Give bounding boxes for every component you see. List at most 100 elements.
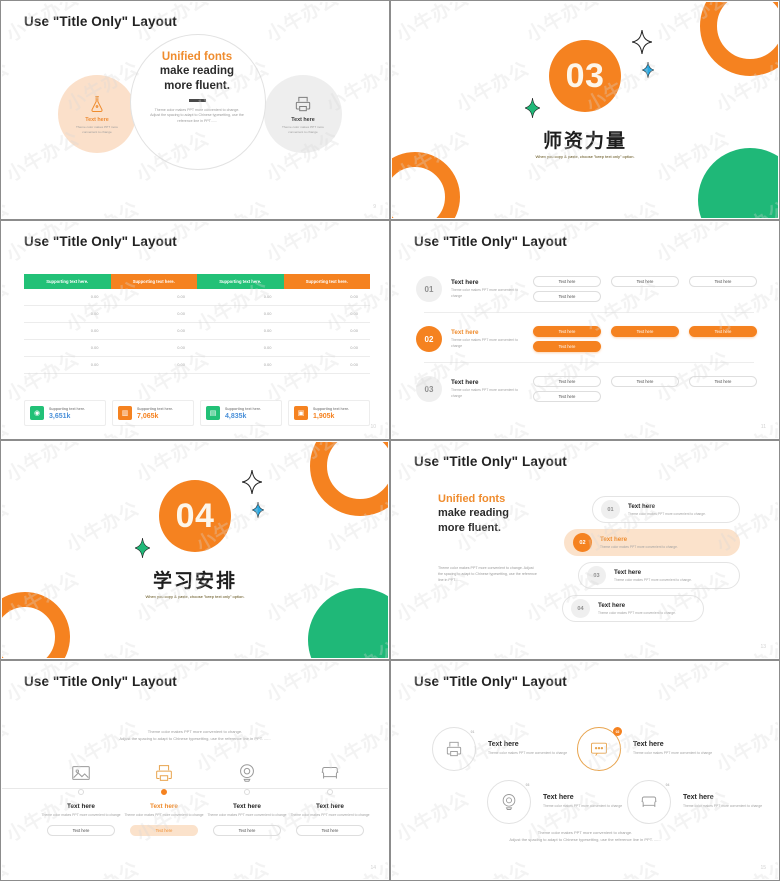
- column-button[interactable]: Text here: [296, 825, 364, 837]
- pill-button[interactable]: Text here: [689, 326, 757, 337]
- table-row: 0.00 0.00 0.00 0.00: [24, 357, 370, 374]
- list-item[interactable]: 03 Text here Theme color makes PPT more …: [578, 562, 740, 589]
- page-title: Use "Title Only" Layout: [414, 454, 567, 469]
- watermark-text: 小牛办公: [451, 634, 534, 658]
- right-bubble-label: Text here: [291, 117, 315, 124]
- pill-button[interactable]: Text here: [533, 276, 601, 287]
- table-cell: 0.00: [263, 294, 272, 299]
- watermark-text: 小牛办公: [321, 854, 388, 879]
- table-cell: 0.00: [90, 328, 99, 333]
- timeline-column[interactable]: Text here Theme color makes PPT more con…: [121, 758, 207, 837]
- watermark-text: 小牛办公: [451, 414, 534, 438]
- watermark-text: 小牛办公: [452, 57, 533, 117]
- table-cell: 0.00: [177, 294, 185, 299]
- pill-button[interactable]: Text here: [533, 391, 601, 402]
- column-desc: Theme color makes PPT more convenient to…: [41, 813, 121, 817]
- row-desc: Theme color makes PPT more convenient to…: [451, 288, 519, 298]
- column-button[interactable]: Text here: [213, 825, 281, 837]
- list-item[interactable]: 02 Text here Theme color makes PPT more …: [564, 529, 740, 556]
- page-title: Use "Title Only" Layout: [414, 674, 567, 689]
- right-bubble[interactable]: Text here Theme color makes PPT more con…: [264, 75, 342, 153]
- timeline-column[interactable]: Text here Theme color makes PPT more con…: [287, 758, 373, 837]
- table-cell: 0.00: [90, 294, 99, 299]
- slide-pill-list[interactable]: Use "Title Only" Layout Unified fonts ma…: [390, 440, 780, 660]
- slide-numbered-buttons[interactable]: Use "Title Only" Layout 01 Text here The…: [390, 220, 780, 440]
- pill-button[interactable]: Text here: [533, 341, 601, 352]
- item-heading: Text here: [628, 502, 656, 510]
- pill-button[interactable]: Text here: [533, 376, 601, 387]
- list-item[interactable]: 01 Text here Theme color makes PPT more …: [416, 276, 760, 302]
- page-number: 9: [373, 204, 376, 210]
- grid-cell[interactable]: 02 Text here Theme color makes PPT more …: [577, 727, 712, 771]
- pill-button[interactable]: Text here: [689, 376, 757, 387]
- watermark-text: 小牛办公: [61, 194, 144, 218]
- watermark-text: 小牛办公: [392, 277, 403, 337]
- list-item[interactable]: 02 Text here Theme color makes PPT more …: [416, 326, 760, 352]
- watermark-text: 小牛办公: [191, 854, 274, 879]
- item-number: 03: [587, 566, 606, 585]
- intro-line-2: Adjust the spacing to adapt to Chinese t…: [119, 736, 271, 742]
- list-item[interactable]: 03 Text here Theme color makes PPT more …: [416, 376, 760, 402]
- page-number: 15: [760, 865, 766, 871]
- left-bubble[interactable]: Text here Theme color makes PPT more con…: [58, 75, 136, 153]
- column-button[interactable]: Text here: [130, 825, 198, 837]
- slide-icon-grid[interactable]: Use "Title Only" Layout 01 Text here The…: [390, 660, 780, 881]
- stat-card-value: 3,651k: [49, 412, 71, 420]
- cell-heading: Text here: [488, 741, 519, 749]
- slide-table[interactable]: Use "Title Only" Layout Supporting text …: [0, 220, 390, 440]
- page-title: Use "Title Only" Layout: [24, 234, 177, 249]
- table-row: 0.00 0.00 0.00 0.00: [24, 289, 370, 306]
- watermark-text: 小牛办公: [392, 57, 403, 117]
- cell-desc: Theme color makes PPT more convenient to…: [543, 804, 623, 809]
- slide-section-03[interactable]: 03 师资力量 When you copy & paste, choose "k…: [390, 0, 780, 220]
- headline-line-3: more fluent.: [164, 79, 230, 92]
- column-heading: Text here: [233, 803, 261, 810]
- watermark-text: 小牛办公: [581, 854, 664, 879]
- grid-cell[interactable]: 01 Text here Theme color makes PPT more …: [432, 727, 567, 771]
- cell-desc: Theme color makes PPT more convenient to…: [633, 751, 713, 756]
- section-number: 04: [175, 497, 215, 535]
- stat-card[interactable]: ▣ Supporting text here. 1,905k: [288, 400, 370, 426]
- headline-block: Unified fonts make reading more fluent. …: [438, 492, 538, 583]
- slide-icon-timeline[interactable]: Use "Title Only" Layout Theme color make…: [0, 660, 390, 881]
- row-heading: Text here: [451, 379, 479, 387]
- table-cell: 0.00: [177, 311, 185, 316]
- grid-cell[interactable]: 04 Text here Theme color makes PPT more …: [627, 780, 762, 824]
- left-bubble-label: Text here: [85, 117, 109, 124]
- corner-shape-orange-top: [310, 442, 388, 516]
- page-number: 14: [370, 865, 376, 871]
- sparkle-icon-blue: [252, 502, 264, 518]
- stat-card[interactable]: ▥ Supporting text here. 7,065k: [112, 400, 194, 426]
- item-desc: Theme color makes PPT more convenient to…: [598, 610, 676, 615]
- slide-section-04[interactable]: 04 学习安排 When you copy & paste, choose "k…: [0, 440, 390, 660]
- pill-button[interactable]: Text here: [611, 376, 679, 387]
- slide-unified-fonts-circles[interactable]: Use "Title Only" Layout Text here Theme …: [0, 0, 390, 220]
- webcam-icon: [204, 758, 290, 784]
- stat-card[interactable]: ▤ Supporting text here. 4,835k: [200, 400, 282, 426]
- intro-line-1: Theme color makes PPT more convenient to…: [147, 729, 243, 734]
- flask-icon: [87, 94, 107, 114]
- stat-card[interactable]: ◉ Supporting text here. 3,651k: [24, 400, 106, 426]
- list-item[interactable]: 04 Text here Theme color makes PPT more …: [562, 595, 704, 622]
- pill-button[interactable]: Text here: [611, 276, 679, 287]
- pill-button[interactable]: Text here: [689, 276, 757, 287]
- icon-circle: 04: [627, 780, 671, 824]
- timeline-column[interactable]: Text here Theme color makes PPT more con…: [38, 758, 124, 837]
- grid-cell[interactable]: 03 Text here Theme color makes PPT more …: [487, 780, 622, 824]
- pill-button[interactable]: Text here: [533, 291, 601, 302]
- stat-card-label: Supporting text here.: [49, 406, 86, 411]
- list-item[interactable]: 01 Text here Theme color makes PPT more …: [592, 496, 740, 523]
- timeline-column[interactable]: Text here Theme color makes PPT more con…: [204, 758, 290, 837]
- watermark-text: 小牛办公: [2, 414, 13, 438]
- pill-button[interactable]: Text here: [533, 326, 601, 337]
- pill-button[interactable]: Text here: [611, 326, 679, 337]
- table-cell: 0.00: [177, 328, 185, 333]
- sparkle-icon-blue: [642, 62, 654, 78]
- center-content: Unified fonts make reading more fluent. …: [136, 50, 258, 125]
- table-cell: 0.00: [263, 362, 272, 367]
- watermark-text: 小牛办公: [392, 414, 403, 438]
- target-icon: ◉: [30, 406, 44, 420]
- table-header-cell: Supporting text here.: [283, 274, 370, 289]
- column-button[interactable]: Text here: [47, 825, 115, 837]
- watermark-text: 小牛办公: [191, 194, 274, 218]
